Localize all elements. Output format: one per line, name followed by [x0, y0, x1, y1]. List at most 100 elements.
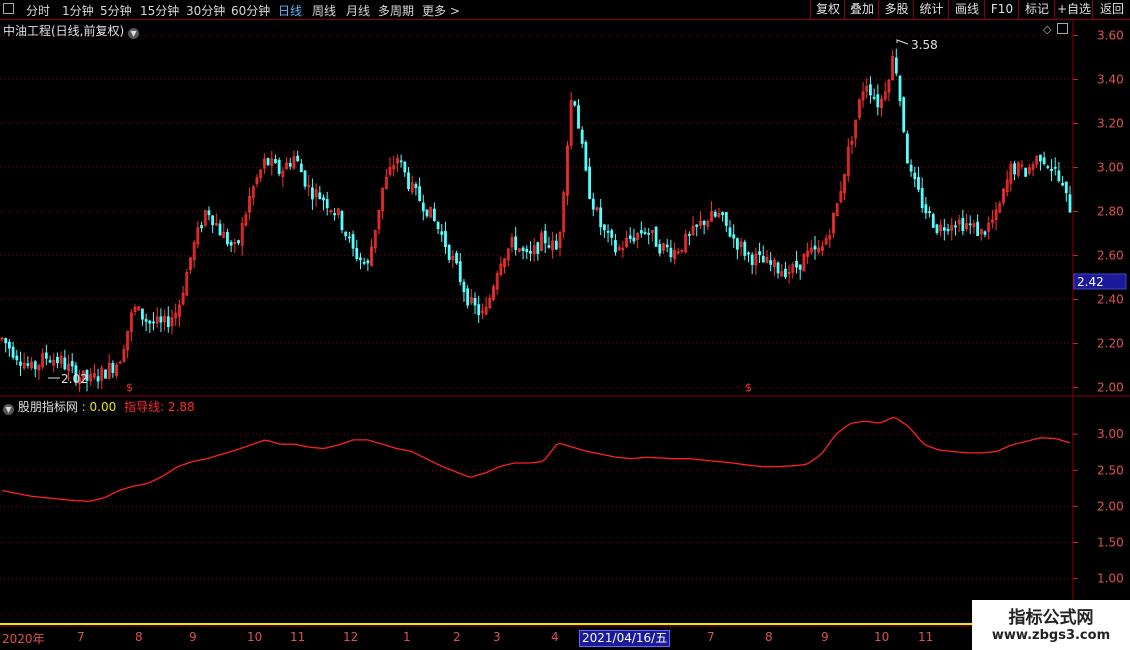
diamond-icon[interactable]: ◇: [1043, 23, 1051, 36]
candle: [370, 238, 373, 267]
candle: [861, 82, 865, 108]
candle: [96, 368, 100, 389]
chevron-down-icon[interactable]: ▼: [128, 28, 140, 39]
candle: [968, 215, 972, 235]
candle: [942, 218, 946, 241]
candle: [946, 223, 950, 235]
candle: [56, 352, 59, 369]
candle: [743, 239, 747, 261]
high-label: 3.58: [911, 38, 938, 52]
candle: [769, 252, 773, 272]
candle: [122, 345, 126, 363]
candle: [189, 257, 192, 274]
current-price-tag: 2.42: [1077, 275, 1104, 289]
candle: [835, 202, 839, 217]
candle: [802, 253, 806, 272]
date-label: 7: [707, 630, 715, 644]
candle: [647, 228, 651, 245]
window-toggle-icon[interactable]: [1057, 23, 1069, 34]
price-tick-label: 2.60: [1097, 248, 1124, 262]
candle: [214, 213, 218, 227]
price-tick-label: 2.00: [1097, 380, 1124, 394]
candle: [754, 247, 758, 276]
candle: [233, 238, 237, 254]
candle: [883, 82, 887, 102]
candle: [481, 303, 484, 320]
date-axis: 2020年 7 8 9 10 11 12 1 2 3 4 6 7 8 9 10 …: [0, 629, 1130, 646]
candle: [1024, 167, 1028, 177]
candle: [495, 270, 499, 295]
candle: [163, 309, 167, 331]
chart-title-row: 中油工程(日线,前复权) ▼: [3, 22, 140, 39]
indicator-name: 股朋指标网: [17, 400, 78, 414]
candle: [303, 170, 307, 190]
candle: [100, 365, 104, 390]
chart-area[interactable]: 3.60 3.40 3.20 3.00 2.80 2.60 2.40 2.20 2.00 3.0…: [0, 0, 1130, 650]
candle: [148, 319, 152, 333]
candle: [488, 294, 492, 310]
candle: [920, 177, 924, 213]
candle: [226, 228, 229, 247]
candle: [262, 153, 266, 174]
candle: [913, 166, 917, 188]
candle: [902, 96, 906, 134]
candle: [602, 223, 606, 238]
candle: [599, 199, 603, 236]
candle: [747, 251, 750, 263]
candle: [418, 177, 421, 202]
candle: [905, 130, 909, 164]
candle: [340, 209, 344, 234]
candle: [610, 228, 614, 246]
candle: [1009, 160, 1013, 192]
candle: [617, 244, 621, 252]
candle: [177, 299, 181, 328]
candle: [972, 219, 976, 234]
candle: [917, 166, 920, 193]
candle: [466, 285, 470, 309]
price-tick-label: 3.40: [1097, 72, 1124, 86]
candle: [1002, 187, 1005, 206]
candle: [525, 245, 529, 259]
candle: [104, 369, 107, 379]
candle: [950, 217, 954, 241]
candle: [432, 202, 436, 222]
candle: [218, 219, 222, 236]
candle: [721, 211, 725, 222]
candle: [285, 157, 288, 170]
chevron-down-icon[interactable]: ▼: [3, 404, 14, 415]
candle: [809, 239, 813, 255]
price-axis: 3.60 3.40 3.20 3.00 2.80 2.60 2.40 2.20 2.00: [1073, 28, 1124, 394]
candle: [196, 221, 200, 249]
candle: [736, 237, 739, 260]
candle: [1035, 155, 1039, 168]
candle: [141, 308, 144, 326]
candle: [144, 313, 148, 332]
candle: [702, 220, 706, 235]
candle: [506, 248, 510, 267]
candle: [1046, 164, 1050, 170]
candle: [669, 239, 673, 263]
candle: [373, 229, 377, 253]
date-label: 8: [135, 630, 143, 644]
candle: [514, 226, 518, 256]
candle: [30, 357, 33, 371]
candle: [347, 231, 351, 243]
candle: [381, 187, 385, 220]
panel-controls: ◇: [1043, 23, 1069, 36]
candle: [662, 242, 665, 254]
candle: [798, 264, 802, 280]
candle: [954, 220, 957, 236]
candle: [7, 339, 11, 357]
candle: [1013, 160, 1016, 181]
date-label: 9: [189, 630, 197, 644]
candle: [643, 227, 647, 236]
candle: [521, 245, 525, 260]
candle: [484, 296, 488, 316]
indicator-tick-label: 3.00: [1097, 427, 1124, 441]
candle: [595, 206, 599, 212]
candle: [891, 49, 895, 81]
candle: [547, 236, 551, 249]
candle: [111, 360, 115, 378]
candle: [270, 150, 274, 176]
candle: [1027, 163, 1031, 176]
